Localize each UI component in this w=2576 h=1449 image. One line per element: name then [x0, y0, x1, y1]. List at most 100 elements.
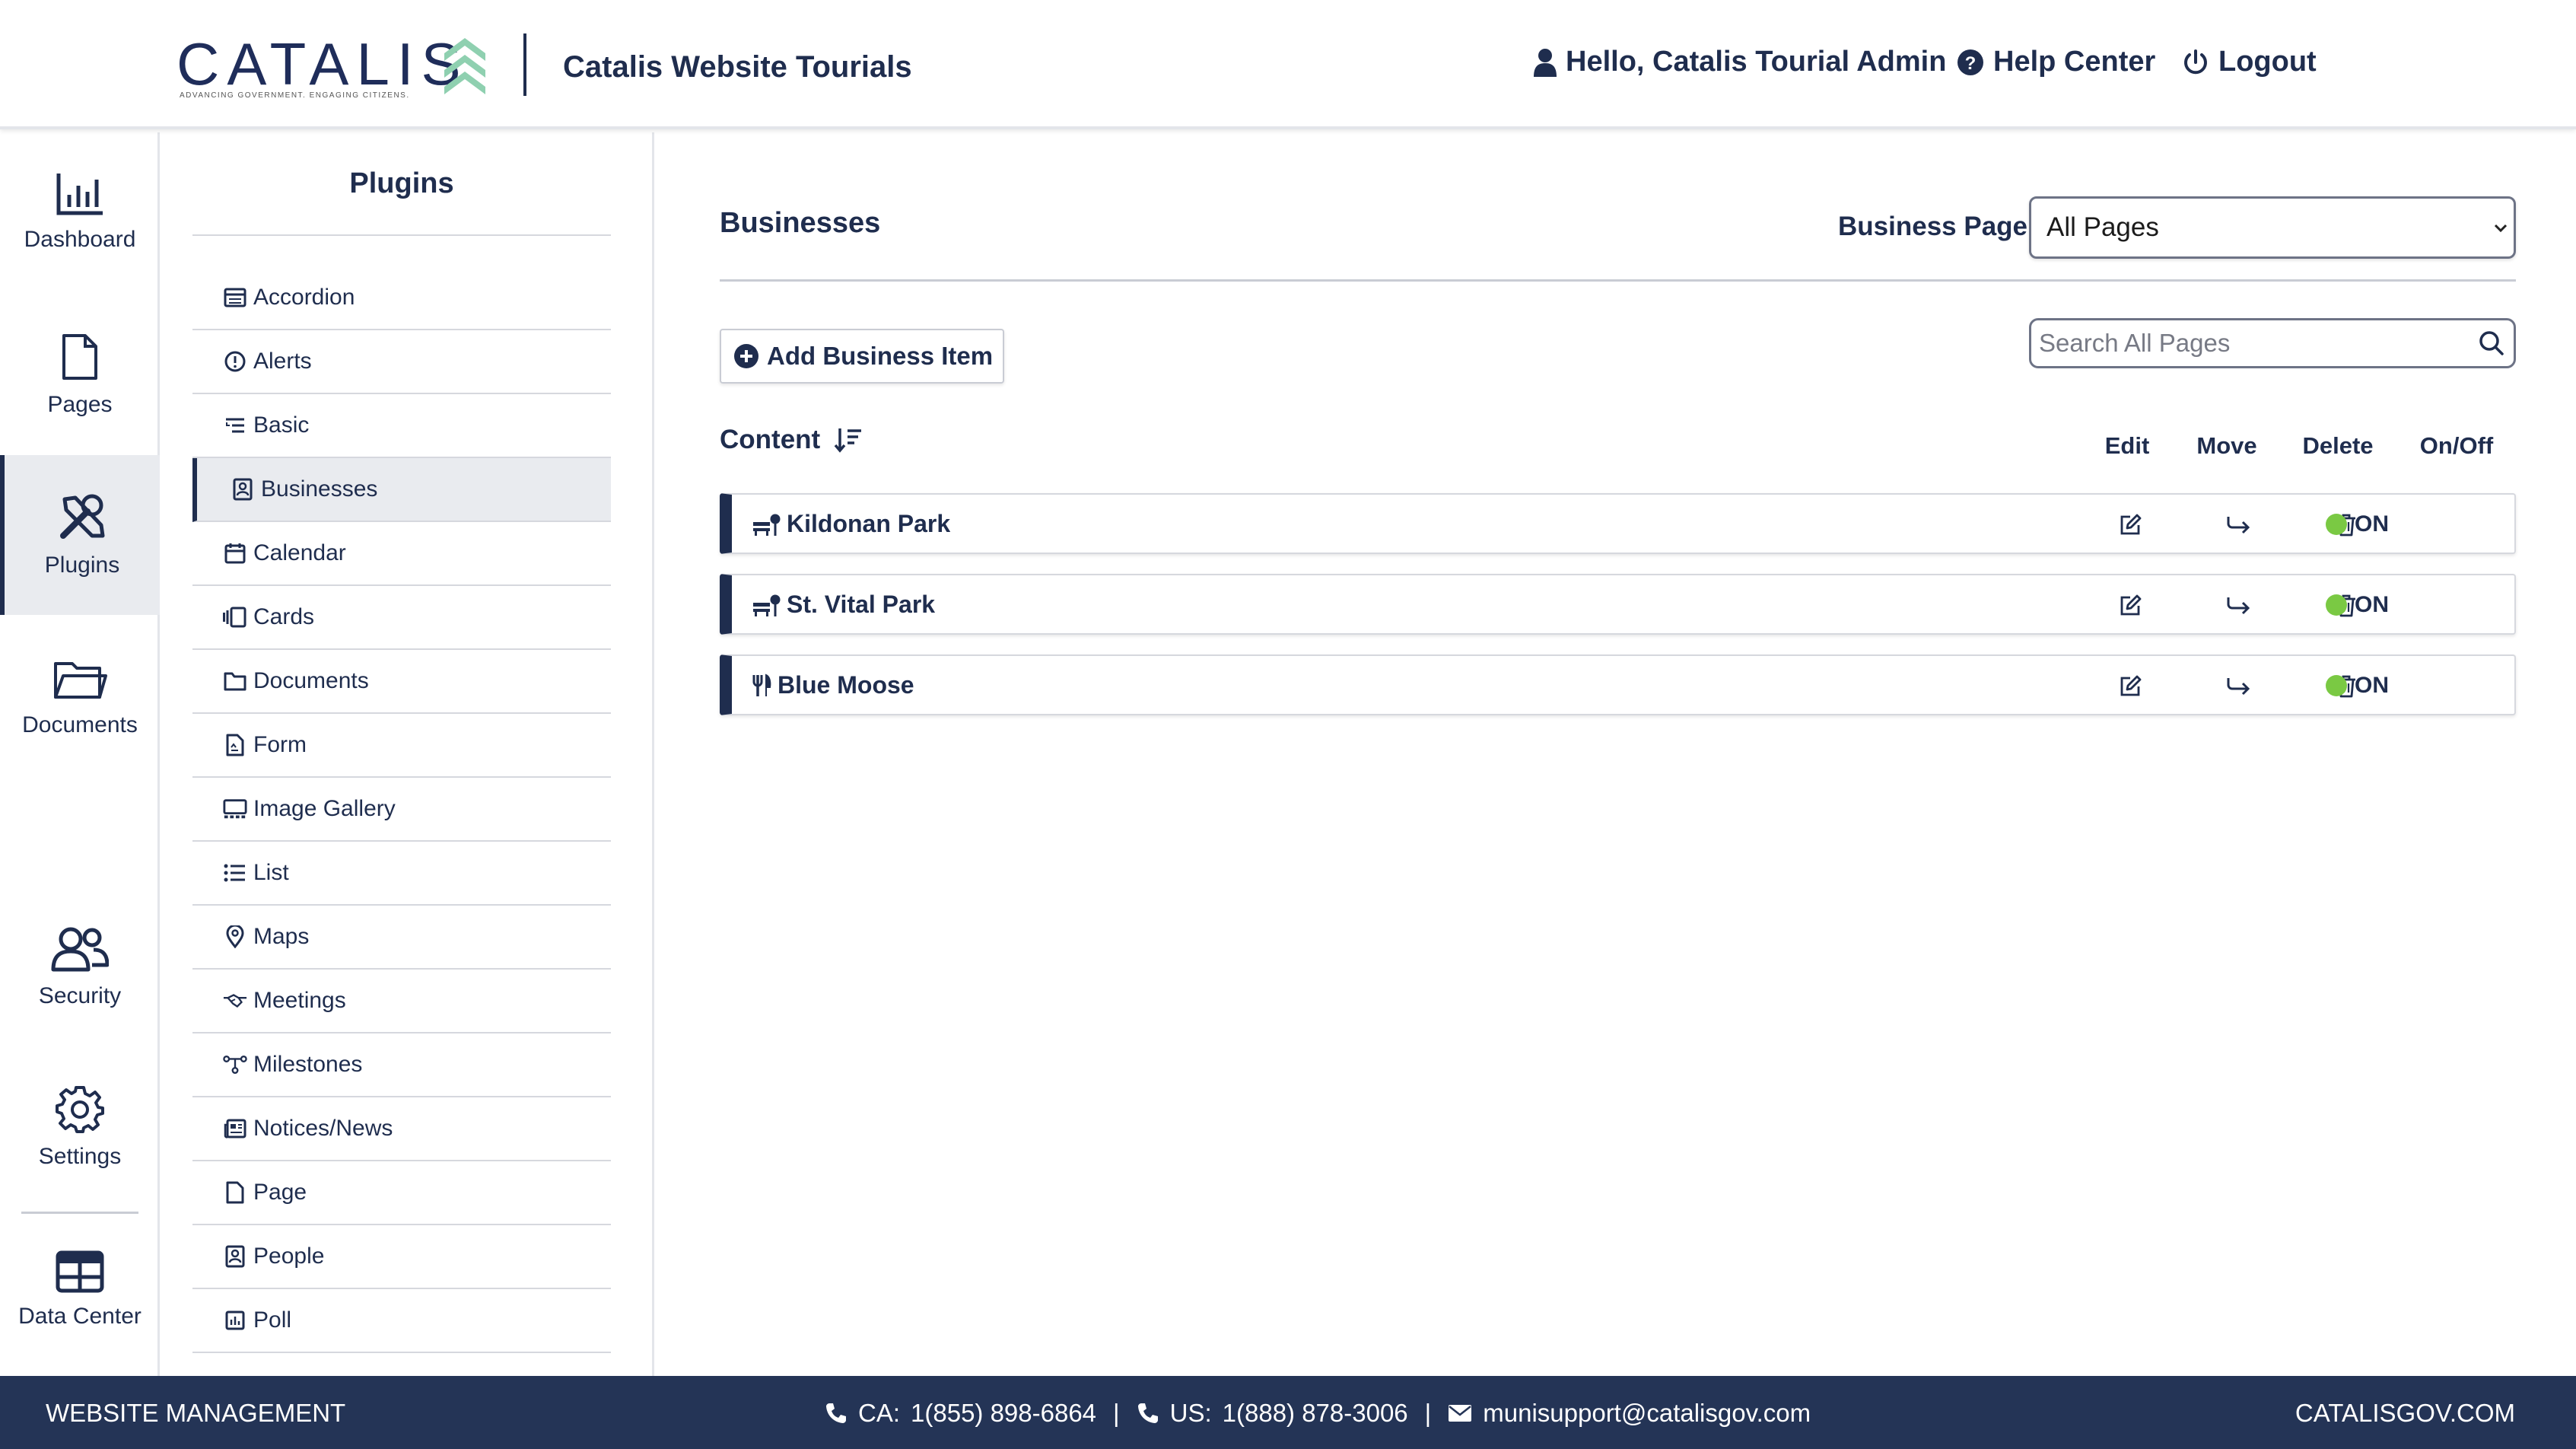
- poll-icon: [223, 1308, 247, 1333]
- move-arrow-icon: [2227, 517, 2250, 534]
- plugin-item-documents[interactable]: Documents: [192, 650, 611, 714]
- status-toggle[interactable]: ON: [2326, 511, 2389, 537]
- status-dot-icon: [2326, 594, 2347, 616]
- footer-site-link[interactable]: CATALISGOV.COM: [2295, 1399, 2515, 1428]
- edit-button[interactable]: [2115, 510, 2145, 540]
- top-header: CATALIS ADVANCING GOVERNMENT. ENGAGING C…: [0, 0, 2576, 129]
- nav-label-settings: Settings: [38, 1144, 122, 1169]
- nav-label-pages: Pages: [47, 392, 113, 417]
- accordion-icon: [223, 285, 247, 310]
- table-row[interactable]: Kildonan Park ON: [720, 493, 2516, 554]
- logo-chevron-icon: [444, 38, 485, 94]
- handshake-icon: [223, 989, 247, 1013]
- plugin-item-cards[interactable]: Cards: [192, 586, 611, 650]
- footer-us-phone[interactable]: 1(888) 878-3006: [1223, 1399, 1408, 1428]
- move-button[interactable]: [2223, 591, 2253, 621]
- nav-item-security[interactable]: Security: [0, 887, 160, 1047]
- plugin-item-alerts[interactable]: Alerts: [192, 330, 611, 394]
- add-business-item-button[interactable]: Add Business Item: [720, 329, 1004, 384]
- search-box[interactable]: [2029, 318, 2516, 368]
- calendar-icon: [223, 541, 247, 565]
- row-name-text: Blue Moose: [778, 671, 914, 699]
- table-row[interactable]: St. Vital Park ON: [720, 574, 2516, 635]
- page-icon: [62, 334, 97, 380]
- business-page-label: Business Page: [1838, 212, 2027, 241]
- column-header-delete: Delete: [2302, 432, 2374, 459]
- move-button[interactable]: [2223, 510, 2253, 540]
- plugin-item-poll[interactable]: Poll: [192, 1289, 611, 1353]
- table-icon: [56, 1250, 104, 1293]
- nav-item-documents[interactable]: Documents: [0, 618, 160, 778]
- nav-item-settings[interactable]: Settings: [0, 1047, 160, 1207]
- footer-contact: CA: 1(855) 898-6864 | US: 1(888) 878-300…: [825, 1399, 1811, 1428]
- plugin-item-image-gallery[interactable]: Image Gallery: [192, 778, 611, 842]
- nav-item-pages[interactable]: Pages: [0, 295, 160, 455]
- edit-icon: [2120, 675, 2142, 696]
- plugin-label: People: [253, 1244, 325, 1269]
- logo-tagline: ADVANCING GOVERNMENT. ENGAGING CITIZENS.: [180, 91, 410, 100]
- plugin-item-form[interactable]: Form: [192, 714, 611, 778]
- plugin-item-milestones[interactable]: Milestones: [192, 1033, 611, 1097]
- row-title[interactable]: Blue Moose: [752, 671, 914, 699]
- nav-label-plugins: Plugins: [44, 553, 120, 578]
- search-icon[interactable]: [2479, 330, 2504, 356]
- map-pin-icon: [223, 925, 247, 949]
- sort-icon[interactable]: [834, 426, 864, 454]
- nav-item-plugins[interactable]: Plugins: [0, 455, 160, 615]
- logout-link[interactable]: Logout: [2182, 46, 2317, 78]
- edit-button[interactable]: [2115, 591, 2145, 621]
- catalis-logo[interactable]: CATALIS ADVANCING GOVERNMENT. ENGAGING C…: [177, 30, 461, 104]
- plugin-item-calendar[interactable]: Calendar: [192, 522, 611, 586]
- plugin-item-more[interactable]: [192, 1353, 611, 1376]
- status-toggle[interactable]: ON: [2326, 673, 2389, 699]
- users-icon: [51, 927, 109, 972]
- news-icon: [223, 1116, 247, 1141]
- plugin-label: Calendar: [253, 540, 346, 565]
- footer-email[interactable]: munisupport@catalisgov.com: [1483, 1399, 1811, 1428]
- app-title: Catalis Website Tourials: [563, 50, 912, 84]
- status-text: ON: [2355, 511, 2389, 537]
- column-header-move: Move: [2196, 432, 2257, 459]
- plugin-item-people[interactable]: People: [192, 1225, 611, 1289]
- plugin-label: Meetings: [253, 988, 346, 1013]
- table-row[interactable]: Blue Moose ON: [720, 654, 2516, 715]
- status-toggle[interactable]: ON: [2326, 592, 2389, 618]
- nav-label-data-center: Data Center: [18, 1304, 142, 1329]
- move-arrow-icon: [2227, 678, 2250, 696]
- cards-icon: [223, 605, 247, 629]
- plugin-item-maps[interactable]: Maps: [192, 906, 611, 970]
- plugin-item-accordion[interactable]: Accordion: [192, 266, 611, 330]
- row-title[interactable]: St. Vital Park: [752, 591, 935, 619]
- user-greeting[interactable]: Hello, Catalis Tourial Admin: [1534, 46, 1946, 78]
- plugin-item-notices-news[interactable]: Notices/News: [192, 1097, 611, 1161]
- move-button[interactable]: [2223, 671, 2253, 702]
- main-content: Businesses Business Page All Pages Add B…: [657, 132, 2576, 1376]
- plugin-item-basic[interactable]: Basic: [192, 394, 611, 458]
- plugin-item-businesses[interactable]: Businesses: [192, 458, 611, 522]
- footer-left-text: WEBSITE MANAGEMENT: [46, 1399, 346, 1427]
- plugin-label: Maps: [253, 924, 310, 949]
- status-text: ON: [2355, 673, 2389, 698]
- footer-ca-phone[interactable]: 1(855) 898-6864: [911, 1399, 1096, 1428]
- plugin-item-meetings[interactable]: Meetings: [192, 970, 611, 1033]
- edit-button[interactable]: [2115, 671, 2145, 702]
- help-icon: ?: [1957, 49, 1983, 75]
- footer-us-label: US:: [1169, 1399, 1212, 1427]
- business-page-select[interactable]: All Pages: [2029, 196, 2516, 259]
- plugin-item-list[interactable]: List: [192, 842, 611, 906]
- status-dot-icon: [2326, 514, 2347, 535]
- page-title: Businesses: [720, 207, 881, 239]
- nav-item-dashboard[interactable]: Dashboard: [0, 132, 160, 292]
- help-center-text: Help Center: [1993, 46, 2156, 78]
- plugin-item-page[interactable]: Page: [192, 1161, 611, 1225]
- search-input[interactable]: [2039, 329, 2465, 358]
- content-column-header[interactable]: Content: [720, 425, 864, 455]
- help-center-link[interactable]: ? Help Center: [1957, 46, 2155, 78]
- nav-item-data-center[interactable]: Data Center: [0, 1210, 160, 1370]
- park-bench-icon: [753, 514, 781, 536]
- plugins-divider: [192, 234, 611, 236]
- plugin-label: Basic: [253, 412, 310, 438]
- people-icon: [223, 1244, 247, 1269]
- title-divider: [720, 279, 2516, 282]
- row-title[interactable]: Kildonan Park: [752, 510, 950, 538]
